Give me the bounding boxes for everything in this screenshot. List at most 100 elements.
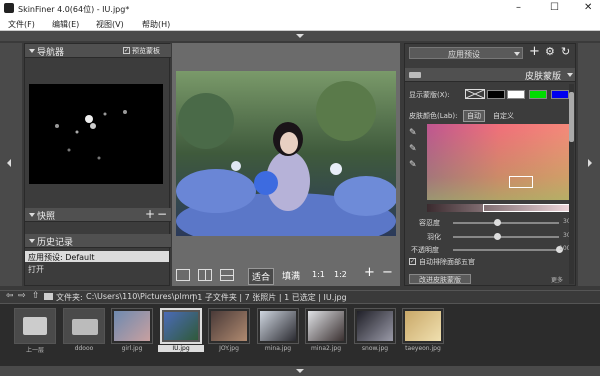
title-bar: SkinFiner 4.0(64位) - IU.jpg* – ☐ ✕	[0, 0, 600, 17]
tolerance-slider-knob[interactable]	[494, 219, 502, 226]
folder-icon[interactable]	[44, 293, 53, 300]
picker-add-icon[interactable]: ✎	[409, 128, 417, 138]
feather-slider-knob[interactable]	[494, 233, 502, 240]
menu-edit[interactable]: 编辑(E)	[52, 19, 79, 30]
skin-color-picker[interactable]	[427, 124, 571, 200]
thumbnail-item[interactable]	[354, 308, 396, 344]
mask-color-green[interactable]	[529, 90, 547, 99]
thumbnail-label: JOY.jpg	[219, 345, 239, 352]
lightness-bar[interactable]	[427, 204, 571, 212]
thumbnail-image	[164, 312, 198, 340]
mask-view-overlay-button[interactable]	[465, 89, 485, 99]
thumbnail-item[interactable]	[111, 308, 153, 344]
minimize-button[interactable]: –	[516, 2, 521, 13]
folder-path[interactable]: C:\Users\110\Pictures\plmm	[86, 292, 197, 301]
fit-button[interactable]: 适合	[248, 268, 275, 285]
custom-button[interactable]: 自定义	[493, 111, 514, 121]
split-horizontal-button[interactable]	[220, 269, 234, 281]
zoom-1-2-button[interactable]: 1:2	[334, 270, 347, 279]
picker-plus-icon[interactable]: ✎	[409, 144, 417, 154]
preset-dropdown-label: 应用预设	[448, 50, 480, 59]
navigator-header[interactable]: 导航器 ✓ 预览蒙板	[25, 44, 171, 58]
feather-label: 羽化	[427, 233, 441, 241]
refresh-icon[interactable]: ↻	[561, 45, 570, 58]
up-folder-icon	[23, 317, 47, 335]
add-snapshot-button[interactable]: +	[145, 207, 155, 221]
history-header[interactable]: 历史记录	[25, 234, 171, 248]
close-button[interactable]: ✕	[584, 2, 592, 13]
fill-button[interactable]: 填满	[282, 269, 300, 282]
single-view-button[interactable]	[176, 269, 190, 281]
collapse-icon	[29, 239, 35, 243]
back-icon[interactable]: ⇦	[6, 291, 14, 301]
path-bar: ⇦ ⇨ ⇧ 文件夹: C:\Users\110\Pictures\plmm | …	[0, 290, 600, 303]
history-title: 历史记录	[37, 238, 74, 248]
photo-canvas[interactable]	[176, 71, 396, 236]
opacity-slider[interactable]	[453, 249, 559, 251]
history-item-label: 应用预设: Default	[28, 253, 95, 262]
cross-icon	[466, 90, 484, 98]
menu-file[interactable]: 文件(F)	[8, 19, 35, 30]
more-button[interactable]: 更多	[551, 275, 563, 284]
thumbnail-image	[260, 311, 296, 341]
thumbnail-item[interactable]	[402, 308, 444, 344]
preview-mask-checkbox[interactable]: ✓	[123, 47, 130, 54]
snapshot-header[interactable]: 快照 + −	[25, 207, 171, 222]
collapse-icon	[29, 49, 35, 53]
thumbnail-item[interactable]	[305, 308, 347, 344]
lightness-range	[483, 204, 571, 212]
skin-color-label: 皮肤颜色(Lab):	[409, 112, 458, 120]
collapse-up-icon	[296, 34, 304, 38]
zoom-out-button[interactable]: −	[382, 265, 393, 280]
menu-help[interactable]: 帮助(H)	[142, 19, 170, 30]
history-item-label: 打开	[28, 265, 44, 274]
photo-flower-dot	[330, 163, 342, 175]
zoom-in-button[interactable]: +	[364, 265, 375, 280]
photo-flower-dot	[231, 161, 241, 171]
thumbnail-item[interactable]	[160, 308, 202, 344]
picker-minus-icon[interactable]: ✎	[409, 160, 417, 170]
mask-color-black[interactable]	[487, 90, 505, 99]
navigator-thumbnail[interactable]	[29, 84, 163, 184]
maximize-button[interactable]: ☐	[550, 2, 559, 13]
menu-view[interactable]: 视图(V)	[96, 19, 124, 30]
preset-dropdown[interactable]: 应用预设	[409, 47, 523, 59]
feather-slider[interactable]	[453, 236, 559, 238]
thumbnail-label: taeyeon.jpg	[405, 345, 441, 352]
toggle-switch-icon[interactable]	[409, 72, 421, 78]
skin-mask-header[interactable]: 皮肤蒙版	[405, 68, 575, 82]
window-title: SkinFiner 4.0(64位) - IU.jpg*	[18, 5, 130, 14]
thumbnail-label: snow.jpg	[361, 345, 389, 352]
photo-subject-face	[280, 132, 298, 154]
collapse-down-icon	[296, 369, 304, 373]
mask-left-blob	[55, 124, 59, 128]
bottom-panel-toggle[interactable]	[0, 366, 600, 376]
left-panel-toggle[interactable]	[0, 43, 22, 286]
up-folder-icon[interactable]: ⇧	[32, 291, 40, 301]
panel-scrollbar[interactable]	[569, 84, 574, 284]
thumbnail-item[interactable]	[14, 308, 56, 344]
right-panel-toggle[interactable]	[578, 43, 600, 286]
snapshot-title: 快照	[37, 212, 56, 222]
scrollbar-thumb[interactable]	[569, 92, 574, 142]
zoom-1-1-button[interactable]: 1:1	[312, 270, 325, 279]
mask-color-white[interactable]	[507, 90, 525, 99]
mask-color-blue[interactable]	[551, 90, 569, 99]
forward-icon[interactable]: ⇨	[18, 291, 26, 301]
history-item[interactable]: 打开	[25, 263, 169, 274]
thumbnail-item[interactable]	[208, 308, 250, 344]
gear-icon[interactable]: ⚙	[545, 45, 555, 58]
thumbnail-item[interactable]	[257, 308, 299, 344]
top-panel-toggle[interactable]	[0, 31, 600, 41]
split-view-button[interactable]	[198, 269, 212, 281]
exclude-face-checkbox[interactable]: ✓	[409, 258, 416, 265]
thumbnail-item[interactable]	[63, 308, 105, 344]
add-preset-icon[interactable]: +	[529, 44, 540, 59]
improve-mask-button[interactable]: 改进皮肤蒙版	[409, 274, 471, 284]
auto-button[interactable]: 自动	[463, 110, 485, 122]
tolerance-slider[interactable]	[453, 222, 559, 224]
history-item-selected[interactable]: 应用预设: Default	[25, 251, 169, 262]
remove-snapshot-button[interactable]: −	[157, 207, 167, 221]
picker-selection-box[interactable]	[509, 176, 533, 188]
mask-bottom-blob	[97, 156, 101, 160]
